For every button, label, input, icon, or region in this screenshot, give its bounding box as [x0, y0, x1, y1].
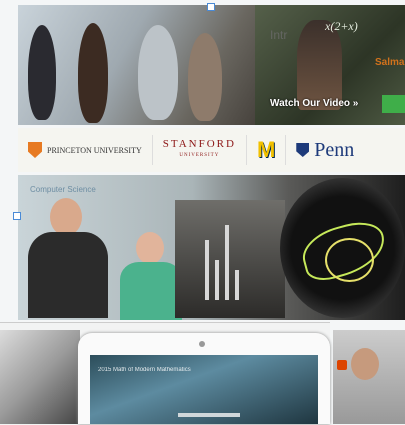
progress-bar [178, 413, 240, 417]
princeton-shield-icon [28, 142, 42, 158]
tablet-screen[interactable]: 2015 Math of Modern Mathematics [90, 355, 318, 424]
camera-icon [199, 341, 205, 347]
lecture-slide [175, 200, 285, 318]
person-figure [138, 25, 178, 120]
stanford-sub: UNIVERSITY [179, 153, 220, 158]
play-icon[interactable] [337, 360, 347, 370]
signup-button[interactable] [382, 95, 405, 113]
chalkboard-equation: x(2+x) [325, 19, 358, 33]
slide-bar [215, 260, 219, 300]
video-thumbnail[interactable] [333, 330, 405, 424]
penn-shield-icon [296, 143, 310, 157]
slide-bar [205, 240, 209, 300]
person-figure [188, 33, 222, 121]
resize-handle[interactable] [13, 212, 21, 220]
princeton-wordmark: PRINCETON UNIVERSITY [47, 145, 142, 155]
stanford-logo[interactable]: STANFORD UNIVERSITY [153, 135, 247, 165]
professor-head [136, 232, 164, 264]
course-category[interactable]: Computer Science [30, 185, 96, 194]
person-figure [78, 23, 108, 123]
presenter-face [351, 348, 379, 380]
device-photo [0, 330, 80, 424]
hero-heading: Intr [270, 28, 288, 42]
professor-head [50, 198, 82, 236]
tablet-device: 2015 Math of Modern Mathematics [78, 333, 330, 424]
princeton-logo[interactable]: PRINCETON UNIVERSITY [18, 135, 153, 165]
partner-logos: PRINCETON UNIVERSITY STANFORD UNIVERSITY… [18, 128, 405, 172]
michigan-block-m: M [256, 137, 276, 162]
professor-body [28, 232, 108, 318]
professor-figure [120, 232, 182, 320]
screenshot-collage: x(2+x) Intr Salma Watch Our Video » PRIN… [0, 0, 405, 425]
professor-body [120, 262, 182, 320]
resize-handle[interactable] [207, 3, 215, 11]
penn-logo[interactable]: Penn [286, 135, 364, 165]
tablet-screen-title: 2015 Math of Modern Mathematics [98, 367, 191, 373]
michigan-logo[interactable]: M [247, 135, 287, 165]
chalkboard-bubble [280, 178, 405, 318]
stanford-name: STANFORD [162, 138, 236, 150]
penn-wordmark: Penn [314, 138, 355, 161]
watch-video-link[interactable]: Watch Our Video » [270, 98, 358, 109]
chalk-scribble [325, 238, 374, 282]
stanford-wordmark: STANFORD UNIVERSITY [163, 139, 236, 161]
professor-figure [28, 198, 108, 318]
slide-bar [225, 225, 229, 300]
students-photo [18, 5, 280, 125]
slide-bar [235, 270, 239, 300]
teacher-name: Salma [375, 57, 405, 68]
person-figure [28, 25, 56, 120]
